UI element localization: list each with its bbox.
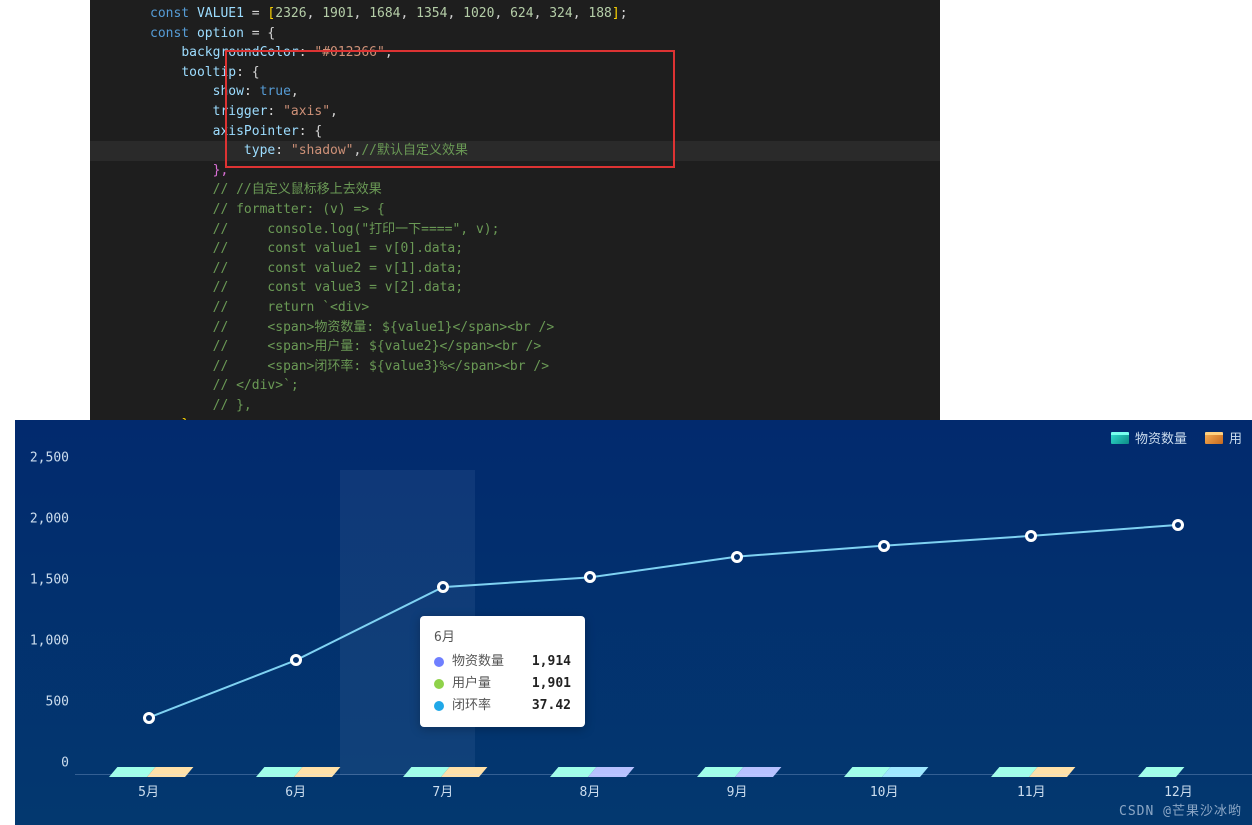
watermark: CSDN @芒果沙冰哟 — [1119, 800, 1242, 819]
dot-icon — [434, 679, 444, 689]
legend-item-wuzi[interactable]: 物资数量 — [1111, 428, 1187, 447]
dot-icon — [434, 701, 444, 711]
cube-icon — [1111, 432, 1129, 444]
line-point[interactable] — [437, 581, 449, 593]
line-point[interactable] — [290, 654, 302, 666]
cube-icon — [1205, 432, 1223, 444]
y-axis: 0 500 1,000 1,500 2,000 2,500 — [25, 470, 73, 775]
chart-legend[interactable]: 物资数量 用 — [1111, 428, 1242, 447]
tooltip-title: 6月 — [434, 626, 571, 645]
line-point[interactable] — [1172, 519, 1184, 531]
line-point[interactable] — [1025, 530, 1037, 542]
line-point[interactable] — [143, 712, 155, 724]
chart-tooltip: 6月 物资数量1,914 用户量1,901 闭环率37.42 — [420, 616, 585, 727]
dot-icon — [434, 657, 444, 667]
line-point[interactable] — [584, 571, 596, 583]
line-point[interactable] — [878, 540, 890, 552]
line-point[interactable] — [731, 551, 743, 563]
legend-item-yong[interactable]: 用 — [1205, 428, 1242, 447]
plot-area[interactable]: 0 500 1,000 1,500 2,000 2,500 — [75, 470, 1252, 775]
code-editor: const VALUE1 = [2326, 1901, 1684, 1354, … — [90, 0, 940, 462]
echarts-chart[interactable]: 物资数量 用 0 500 1,000 1,500 2,000 2,500 5月6… — [15, 420, 1252, 825]
x-axis: 5月6月7月8月9月10月11月12月 — [75, 781, 1252, 801]
